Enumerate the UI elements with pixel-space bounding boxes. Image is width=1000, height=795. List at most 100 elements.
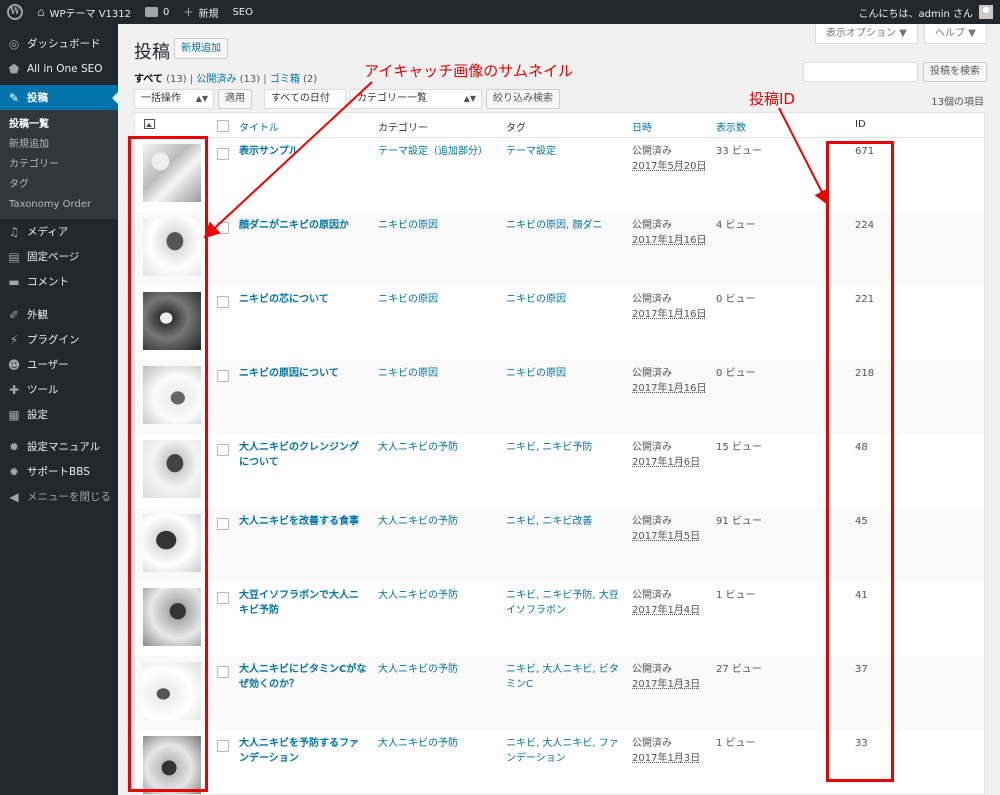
category-filter-value: カテゴリー一覧 <box>357 93 427 104</box>
row-checkbox[interactable] <box>217 592 229 604</box>
row-checkbox[interactable] <box>217 296 229 308</box>
category-link[interactable]: 大人ニキビの予防 <box>378 514 496 529</box>
date-value: 2017年1月16日 <box>632 235 707 246</box>
select-all-checkbox[interactable] <box>217 120 229 132</box>
sidebar-item-10[interactable]: ▦ 設定 <box>0 402 118 427</box>
submenu-item[interactable]: カテゴリー <box>0 155 118 175</box>
plus-icon: + <box>183 5 194 19</box>
category-filter-select[interactable]: カテゴリー一覧 ▲▼ <box>350 89 482 109</box>
view-trash-link[interactable]: ゴミ箱 <box>270 74 300 85</box>
view-count: 27 ビュー <box>716 664 762 675</box>
date-filter-select[interactable]: すべての日付 <box>264 89 346 109</box>
submenu-item[interactable]: 投稿一覧 <box>0 115 118 135</box>
date-value: 2017年1月4日 <box>632 605 701 616</box>
post-title-link[interactable]: 顔ダニがニキビの原因か <box>239 218 367 233</box>
sidebar-item-1[interactable]: ⬟ All in One SEO <box>0 56 118 81</box>
post-status: 公開済み <box>632 738 672 749</box>
search-input[interactable] <box>803 62 918 82</box>
tag-links[interactable]: ニキビの原因 <box>506 366 624 381</box>
view-trash-count: (2) <box>303 74 318 85</box>
filter-button[interactable]: 絞り込み検索 <box>486 89 560 109</box>
post-title-link[interactable]: 大人ニキビのクレンジングについて <box>239 440 367 470</box>
row-checkbox[interactable] <box>217 370 229 382</box>
tag-links[interactable]: ニキビ, 大人ニキビ, ビタミンC <box>506 662 624 692</box>
comment-icon: ▬ <box>8 274 20 289</box>
sidebar-item-13[interactable]: ◀ メニューを閉じる <box>0 484 118 509</box>
row-checkbox[interactable] <box>217 518 229 530</box>
category-link[interactable]: ニキビの原因 <box>378 292 496 307</box>
new-content-menu[interactable]: + 新規 <box>176 0 225 24</box>
row-checkbox[interactable] <box>217 222 229 234</box>
sidebar-item-9[interactable]: ✚ ツール <box>0 377 118 402</box>
row-checkbox[interactable] <box>217 148 229 160</box>
tag-links[interactable]: ニキビの原因 <box>506 292 624 307</box>
post-title-link[interactable]: 大人ニキビにビタミンCがなぜ効くのか？ <box>239 662 367 692</box>
sidebar-item-0[interactable]: ◎ ダッシュボード <box>0 31 118 56</box>
category-link[interactable]: ニキビの原因 <box>378 366 496 381</box>
my-account-menu[interactable]: こんにちは、admin さん <box>851 0 1000 24</box>
post-title-link[interactable]: 表示サンプル <box>239 144 367 159</box>
sidebar-item-12[interactable]: ✹ サポートBBS <box>0 459 118 484</box>
sidebar-item-label: ツール <box>27 384 59 396</box>
column-tag: タグ <box>506 123 526 134</box>
screen-options-button[interactable]: 表示オプション ▼ <box>815 24 918 44</box>
bulk-action-value: 一括操作 <box>141 93 181 104</box>
column-title[interactable]: タイトル <box>239 119 279 134</box>
post-title-link[interactable]: 大人ニキビを予防するファンデーション <box>239 736 367 766</box>
row-checkbox[interactable] <box>217 666 229 678</box>
post-title-link[interactable]: ニキビの原因について <box>239 366 367 381</box>
sidebar-item-11[interactable]: ✹ 設定マニュアル <box>0 434 118 459</box>
tag-links[interactable]: ニキビ, ニキビ改善 <box>506 514 624 529</box>
wordpress-icon: W <box>7 4 23 20</box>
wp-logo-menu[interactable]: W <box>0 0 30 24</box>
row-checkbox[interactable] <box>217 444 229 456</box>
post-title-link[interactable]: ニキビの芯について <box>239 292 367 307</box>
tag-links[interactable]: テーマ設定 <box>506 144 624 159</box>
category-link[interactable]: テーマ設定（追加部分） <box>378 144 496 159</box>
view-all-link[interactable]: すべて <box>134 74 163 85</box>
category-link[interactable]: ニキビの原因 <box>378 218 496 233</box>
separator: | <box>263 74 267 85</box>
submenu-item[interactable]: 新規追加 <box>0 135 118 155</box>
apply-button[interactable]: 適用 <box>218 89 252 109</box>
help-button[interactable]: ヘルプ ▼ <box>924 24 987 44</box>
sidebar-item-label: ダッシュボード <box>27 38 101 50</box>
column-views[interactable]: 表示数 <box>716 119 746 134</box>
tag-links[interactable]: ニキビ, ニキビ予防, 大豆イソフラボン <box>506 588 624 618</box>
sidebar-item-5[interactable]: ▬ コメント <box>0 269 118 294</box>
comments-link[interactable]: 0 <box>138 0 176 24</box>
category-link[interactable]: 大人ニキビの予防 <box>378 662 496 677</box>
row-checkbox[interactable] <box>217 740 229 752</box>
view-count: 1 ビュー <box>716 738 756 749</box>
admin-sidebar: ◎ ダッシュボード ⬟ All in One SEO ✎ 投稿投稿一覧 新規追加 カテゴリータ… <box>0 24 118 795</box>
sidebar-item-2[interactable]: ✎ 投稿 <box>0 85 118 110</box>
add-new-button[interactable]: 新規追加 <box>174 38 228 59</box>
sidebar-item-3[interactable]: ♫ メディア <box>0 219 118 244</box>
bulk-action-select[interactable]: 一括操作 ▲▼ <box>134 89 214 109</box>
view-count: 33 ビュー <box>716 146 762 157</box>
post-title-link[interactable]: 大豆イソフラボンで大人ニキビ予防 <box>239 588 367 618</box>
post-status-views: すべて (13) | 公開済み (13) | ゴミ箱 (2) <box>134 70 317 85</box>
plugin-icon: ⚡ <box>9 332 19 347</box>
tag-links[interactable]: ニキビ, ニキビ予防 <box>506 440 624 455</box>
category-link[interactable]: 大人ニキビの予防 <box>378 588 496 603</box>
tag-links[interactable]: ニキビの原因, 顔ダニ <box>506 218 624 233</box>
user-icon: ☻ <box>7 357 21 372</box>
category-link[interactable]: 大人ニキビの予防 <box>378 440 496 455</box>
sidebar-item-8[interactable]: ☻ ユーザー <box>0 352 118 377</box>
tag-links[interactable]: ニキビ, 大人ニキビ, ファンデーション <box>506 736 624 766</box>
post-date: 公開済み 2017年1月3日 <box>632 736 700 766</box>
search-button[interactable]: 投稿を検索 <box>923 62 987 82</box>
submenu-item[interactable]: タグ <box>0 175 118 195</box>
submenu-item[interactable]: Taxonomy Order <box>0 195 118 215</box>
sidebar-item-6[interactable]: ✐ 外観 <box>0 302 118 327</box>
site-name-link[interactable]: ⌂ WPテーマ V1312 <box>30 0 138 24</box>
column-date[interactable]: 日時 <box>632 119 652 134</box>
sidebar-item-4[interactable]: ▤ 固定ページ <box>0 244 118 269</box>
view-published-link[interactable]: 公開済み <box>196 74 236 85</box>
seo-menu[interactable]: SEO <box>225 0 260 24</box>
post-title-link[interactable]: 大人ニキビを改善する食事 <box>239 514 367 529</box>
sidebar-item-7[interactable]: ⚡ プラグイン <box>0 327 118 352</box>
pin-icon: ✎ <box>8 90 20 105</box>
category-link[interactable]: 大人ニキビの予防 <box>378 736 496 751</box>
